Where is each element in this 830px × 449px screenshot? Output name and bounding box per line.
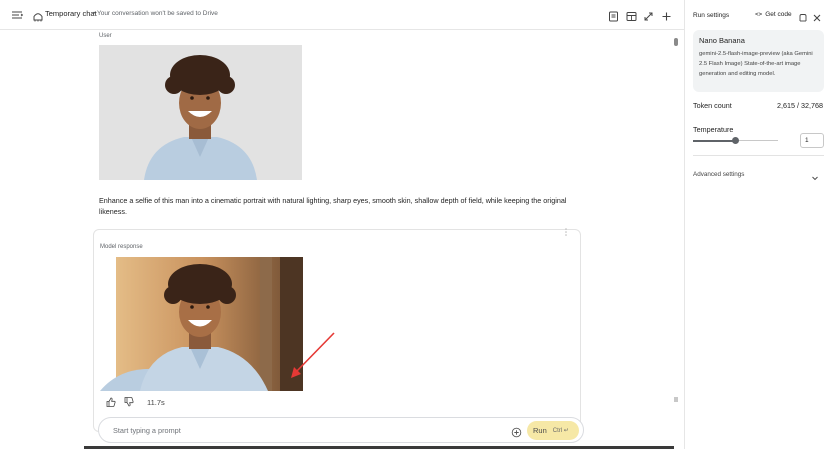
slider-fill — [693, 139, 736, 142]
panel-title: Run settings — [693, 12, 730, 19]
temperature-slider[interactable] — [693, 137, 778, 144]
run-label: Run — [533, 426, 547, 435]
prompt-input-bar: Run Ctrl ↵ — [98, 417, 584, 443]
annotation-arrow — [291, 332, 335, 378]
compare-icon[interactable] — [643, 9, 654, 21]
run-settings-panel: Run settings <> Get code Nano Banana gem… — [684, 0, 830, 449]
get-code-label: Get code — [765, 11, 792, 18]
menu-icon[interactable] — [9, 8, 25, 22]
panel-divider — [693, 155, 824, 156]
chat-subtitle: • Your conversation won't be saved to Dr… — [93, 9, 218, 17]
top-bar: Temporary chat • Your conversation won't… — [0, 0, 684, 30]
model-description: gemini-2.5-flash-image-preview (aka Gemi… — [699, 51, 813, 77]
code-icon: <> — [755, 11, 763, 18]
slider-thumb[interactable] — [732, 137, 739, 144]
thumbs-down-icon[interactable] — [124, 397, 134, 407]
chevron-down-icon[interactable] — [811, 169, 819, 181]
response-label: Model response — [100, 244, 143, 250]
model-response-card: Model response — [93, 228, 581, 432]
get-code-button[interactable]: <> Get code — [755, 11, 792, 18]
run-shortcut: Ctrl ↵ — [552, 428, 569, 434]
user-image[interactable] — [99, 45, 302, 180]
chat-title: Temporary chat — [45, 9, 97, 18]
plus-icon[interactable] — [661, 9, 672, 21]
advanced-settings-label[interactable]: Advanced settings — [693, 171, 744, 178]
temperature-input[interactable]: 1 — [800, 133, 824, 148]
add-media-icon[interactable] — [511, 425, 522, 438]
token-count-value: 2,615 / 32,768 — [777, 101, 823, 110]
chat-bubble-icon — [33, 9, 43, 22]
model-card[interactable]: Nano Banana gemini-2.5-flash-image-previ… — [693, 30, 824, 92]
generated-image[interactable] — [100, 257, 303, 391]
app-root: Temporary chat • Your conversation won't… — [0, 0, 830, 449]
token-count-label: Token count — [693, 101, 732, 110]
model-name: Nano Banana — [699, 36, 745, 45]
run-button[interactable]: Run Ctrl ↵ — [527, 421, 579, 440]
chat-main: User Enhance a selfie of this man into a… — [0, 30, 684, 449]
scrollbar-end[interactable] — [674, 397, 678, 402]
temperature-label: Temperature — [693, 125, 734, 134]
user-prompt-text: Enhance a selfie of this man into a cine… — [99, 196, 567, 216]
doc-icon[interactable] — [608, 9, 619, 22]
reset-icon[interactable] — [798, 10, 808, 22]
table-icon[interactable] — [626, 9, 637, 21]
more-vert-icon[interactable] — [562, 224, 570, 236]
user-label: User — [99, 33, 112, 39]
close-icon[interactable] — [812, 10, 822, 22]
thumbs-up-icon[interactable] — [106, 397, 116, 407]
prompt-input[interactable] — [113, 426, 493, 435]
response-time: 11.7s — [147, 397, 165, 407]
feedback-row: 11.7s — [106, 397, 165, 407]
scrollbar-thumb[interactable] — [674, 38, 678, 46]
